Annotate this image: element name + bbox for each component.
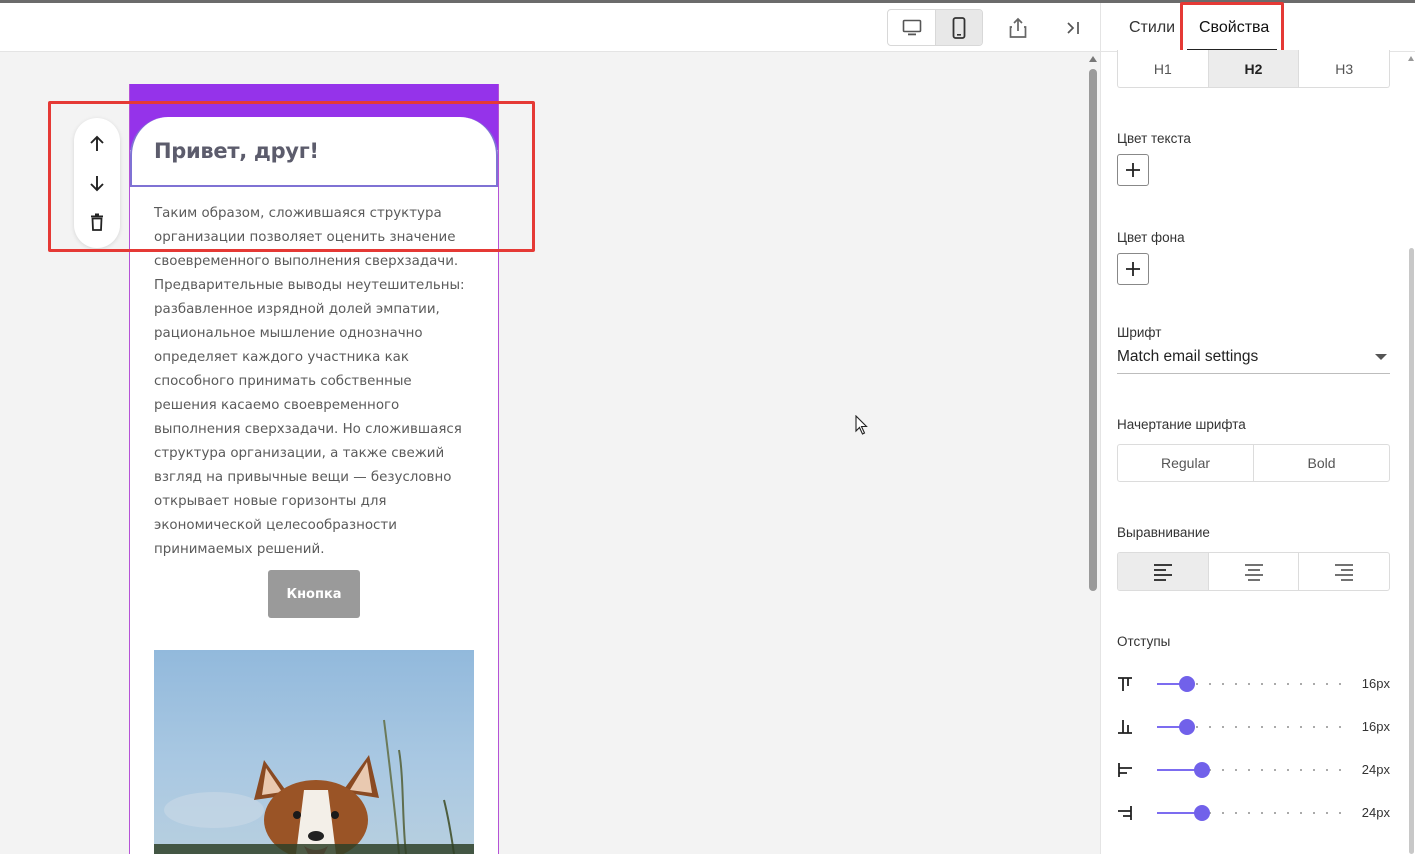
highlight-properties-tab xyxy=(1180,2,1284,54)
padding-right-row: 24px xyxy=(1117,801,1390,825)
share-icon xyxy=(1009,17,1027,38)
font-select[interactable]: Match email settings xyxy=(1117,340,1390,374)
align-left-icon xyxy=(1153,563,1172,581)
panel-scrollbar[interactable] xyxy=(1408,53,1415,854)
heading-h2-button[interactable]: H2 xyxy=(1207,50,1299,87)
desktop-view-button[interactable] xyxy=(888,10,935,45)
text-color-label: Цвет текста xyxy=(1117,131,1191,146)
alignment-selector xyxy=(1117,552,1390,591)
padding-top-row: 16px xyxy=(1117,672,1390,696)
panel-scroll-up-arrow-icon[interactable] xyxy=(1408,56,1414,61)
heading-h1-button[interactable]: H1 xyxy=(1118,50,1208,87)
padding-label: Отступы xyxy=(1117,634,1171,649)
device-switcher xyxy=(887,9,983,46)
highlight-selected-block xyxy=(48,101,535,252)
scroll-up-arrow-icon[interactable] xyxy=(1089,56,1097,62)
heading-level-selector: H1 H2 H3 xyxy=(1117,50,1390,88)
padding-left-icon xyxy=(1118,763,1132,777)
padding-bottom-value: 16px xyxy=(1361,719,1390,734)
corgi-image xyxy=(154,719,474,854)
padding-bottom-icon xyxy=(1118,720,1132,734)
editor-toolbar xyxy=(0,3,1100,52)
align-center-icon xyxy=(1244,563,1263,581)
align-right-icon xyxy=(1335,563,1354,581)
mouse-cursor-icon xyxy=(855,414,869,440)
alignment-label: Выравнивание xyxy=(1117,525,1210,540)
panel-scroll-thumb[interactable] xyxy=(1409,248,1414,854)
padding-right-slider-handle[interactable] xyxy=(1193,805,1210,821)
mobile-view-button[interactable] xyxy=(935,10,982,45)
bg-color-label: Цвет фона xyxy=(1117,230,1185,245)
align-left-button[interactable] xyxy=(1118,553,1208,590)
canvas-scroll-thumb[interactable] xyxy=(1089,69,1097,591)
padding-left-value: 24px xyxy=(1361,762,1390,777)
plus-icon xyxy=(1126,163,1140,177)
plus-icon xyxy=(1126,262,1140,276)
align-right-button[interactable] xyxy=(1298,553,1389,590)
font-style-selector: Regular Bold xyxy=(1117,444,1390,482)
font-style-regular-button[interactable]: Regular xyxy=(1118,445,1253,481)
add-bg-color-button[interactable] xyxy=(1117,253,1149,285)
tab-styles[interactable]: Стили xyxy=(1129,19,1175,37)
padding-right-icon xyxy=(1118,806,1132,820)
font-style-bold-button[interactable]: Bold xyxy=(1253,445,1389,481)
padding-left-slider-handle[interactable] xyxy=(1193,762,1210,778)
email-cta-button[interactable]: Кнопка xyxy=(268,570,360,618)
share-button[interactable] xyxy=(1001,11,1035,45)
canvas-scrollbar[interactable] xyxy=(1086,53,1100,854)
padding-bottom-slider-handle[interactable] xyxy=(1178,719,1195,735)
font-select-value: Match email settings xyxy=(1117,348,1259,365)
mobile-icon xyxy=(952,16,966,39)
chevron-down-icon xyxy=(1375,354,1387,360)
heading-h3-button[interactable]: H3 xyxy=(1298,50,1389,87)
align-center-button[interactable] xyxy=(1207,553,1299,590)
padding-top-slider-handle[interactable] xyxy=(1178,676,1195,692)
add-text-color-button[interactable] xyxy=(1117,154,1149,186)
email-paragraph[interactable]: Таким образом, сложившаяся структура орг… xyxy=(154,202,478,562)
desktop-icon xyxy=(902,19,921,35)
collapse-panel-icon xyxy=(1067,22,1079,34)
padding-right-value: 24px xyxy=(1361,805,1390,820)
font-style-label: Начертание шрифта xyxy=(1117,417,1246,432)
corgi-photo[interactable] xyxy=(154,650,474,854)
padding-left-row: 24px xyxy=(1117,758,1390,782)
collapse-panel-button[interactable] xyxy=(1056,11,1090,45)
padding-top-icon xyxy=(1118,677,1132,691)
padding-bottom-row: 16px xyxy=(1117,715,1390,739)
font-label: Шрифт xyxy=(1117,325,1162,340)
padding-top-value: 16px xyxy=(1361,676,1390,691)
